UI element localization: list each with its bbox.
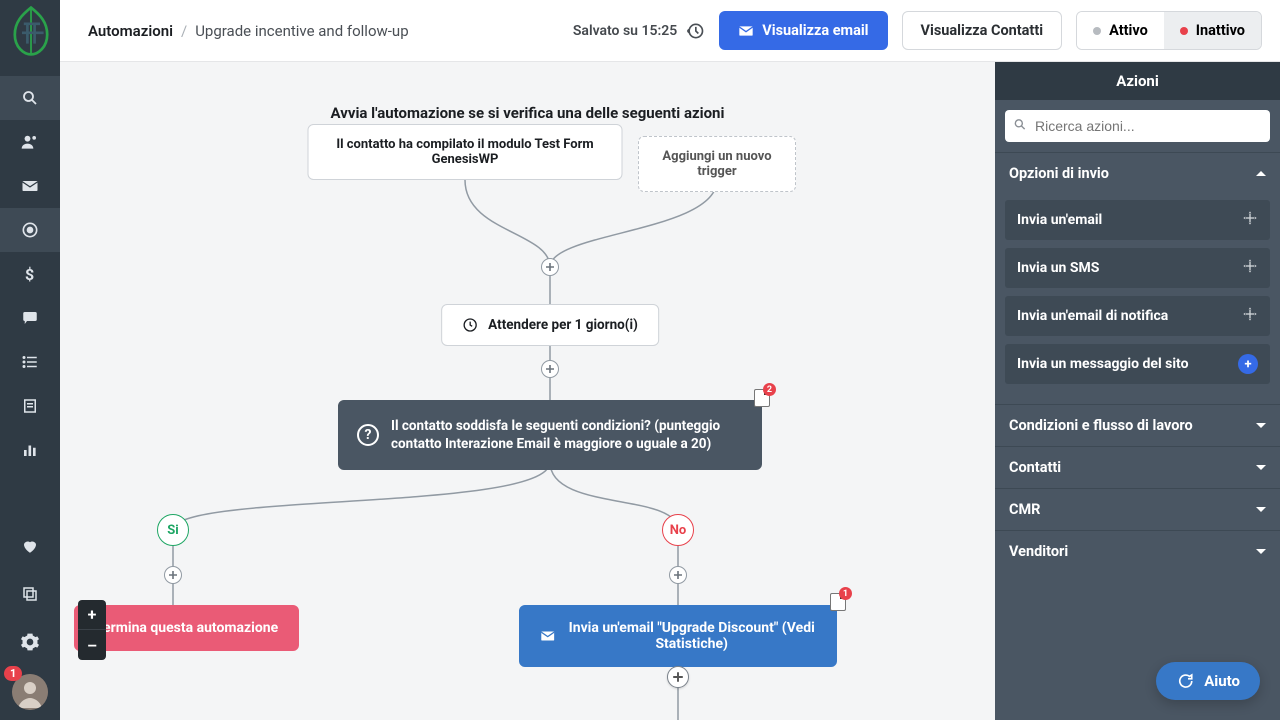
add-step-yes[interactable] [164, 566, 182, 584]
nav-search[interactable] [0, 76, 60, 120]
condition-notes-count: 2 [763, 383, 776, 396]
mail-icon [738, 24, 754, 38]
zoom-out[interactable]: – [78, 630, 106, 660]
view-contacts-button[interactable]: Visualizza Contatti [902, 11, 1063, 50]
section-sending-options[interactable]: Opzioni di invio [995, 152, 1280, 194]
chevron-down-icon [1256, 465, 1266, 470]
add-trigger-node[interactable]: Aggiungi un nuovo trigger [638, 136, 796, 192]
user-avatar[interactable]: 1 [12, 674, 48, 710]
nav-settings[interactable] [0, 620, 60, 664]
action-label: Invia un'email [1017, 212, 1102, 228]
top-bar: Automazioni / Upgrade incentive and foll… [60, 0, 1280, 62]
nav-favorites[interactable] [0, 524, 60, 568]
nav-copy[interactable] [0, 572, 60, 616]
view-email-button[interactable]: Visualizza email [719, 11, 887, 50]
status-inactive-label: Inattivo [1196, 22, 1245, 39]
nav-contacts[interactable] [0, 120, 60, 164]
wait-label: Attendere per 1 giorno(i) [488, 317, 638, 333]
condition-notes[interactable]: 2 [754, 389, 770, 407]
view-contacts-label: Visualizza Contatti [921, 22, 1044, 39]
section-conditions[interactable]: Condizioni e flusso di lavoro [995, 404, 1280, 446]
svg-text:$: $ [25, 265, 34, 284]
action-notif-email[interactable]: Invia un'email di notifica [1005, 296, 1270, 336]
dot-inactive-icon [1180, 27, 1188, 35]
history-icon[interactable] [685, 21, 705, 41]
status-inactive[interactable]: Inattivo [1164, 12, 1261, 49]
terminate-node[interactable]: Termina questa automazione [74, 605, 299, 651]
nav-lists[interactable] [0, 340, 60, 384]
breadcrumb-sep: / [181, 22, 187, 40]
notification-badge: 1 [4, 666, 22, 681]
breadcrumb-current: Upgrade incentive and follow-up [195, 22, 408, 40]
help-button[interactable]: Aiuto [1156, 662, 1260, 700]
view-email-label: Visualizza email [762, 22, 868, 39]
send-email-notes-count: 1 [839, 587, 852, 600]
send-email-node[interactable]: Invia un'email "Upgrade Discount" (Vedi … [519, 605, 837, 667]
actions-panel-title: Azioni [995, 62, 1280, 100]
chevron-down-icon [1256, 549, 1266, 554]
flow-title: Avvia l'automazione se si verifica una d… [60, 104, 995, 122]
nav-automations[interactable] [0, 208, 60, 252]
add-step-button-2[interactable] [541, 360, 559, 378]
branch-no: No [662, 514, 694, 546]
chat-icon [1176, 672, 1194, 690]
section-label: Condizioni e flusso di lavoro [1009, 417, 1193, 434]
left-sidebar: $ 1 [0, 0, 60, 720]
action-site-message[interactable]: Invia un messaggio del sito + [1005, 344, 1270, 384]
breadcrumb: Automazioni / Upgrade incentive and foll… [88, 22, 409, 40]
status-active-label: Attivo [1109, 22, 1148, 39]
condition-text: Il contatto soddisfa le seguenti condizi… [391, 417, 743, 453]
saved-at-label: Salvato su 15:25 [573, 23, 677, 39]
action-label: Invia un messaggio del sito [1017, 356, 1189, 372]
section-label: Opzioni di invio [1009, 165, 1109, 182]
section-vendors[interactable]: Venditori [995, 530, 1280, 572]
section-contacts[interactable]: Contatti [995, 446, 1280, 488]
move-icon [1242, 210, 1258, 230]
wait-node[interactable]: Attendere per 1 giorno(i) [441, 304, 659, 346]
trigger-node[interactable]: Il contatto ha compilato il modulo Test … [308, 124, 623, 180]
search-icon [1013, 117, 1027, 136]
action-send-sms[interactable]: Invia un SMS [1005, 248, 1270, 288]
send-email-label: Invia un'email "Upgrade Discount" (Vedi … [567, 620, 816, 652]
dot-active-icon [1093, 27, 1101, 35]
nav-email[interactable] [0, 164, 60, 208]
section-label: Contatti [1009, 459, 1061, 476]
chevron-down-icon [1256, 507, 1266, 512]
chevron-down-icon [1256, 423, 1266, 428]
action-send-email[interactable]: Invia un'email [1005, 200, 1270, 240]
action-label: Invia un'email di notifica [1017, 308, 1168, 324]
nav-deals[interactable]: $ [0, 252, 60, 296]
clock-icon [462, 317, 478, 333]
help-label: Aiuto [1204, 672, 1240, 690]
zoom-in[interactable]: + [78, 600, 106, 630]
send-email-notes[interactable]: 1 [830, 593, 846, 611]
move-icon [1242, 306, 1258, 326]
section-label: Venditori [1009, 543, 1068, 560]
status-active[interactable]: Attivo [1077, 12, 1164, 49]
saved-at: Salvato su 15:25 [573, 21, 705, 41]
action-label: Invia un SMS [1017, 260, 1099, 276]
status-segment: Attivo Inattivo [1076, 11, 1262, 50]
actions-panel: Azioni Opzioni di invio Invia un'email I… [995, 62, 1280, 720]
chevron-up-icon [1256, 171, 1266, 176]
section-cmr[interactable]: CMR [995, 488, 1280, 530]
add-step-no[interactable] [669, 566, 687, 584]
zoom-control: + – [78, 600, 106, 660]
breadcrumb-root[interactable]: Automazioni [88, 22, 173, 40]
add-step-button-1[interactable] [541, 258, 559, 276]
nav-chat[interactable] [0, 296, 60, 340]
nav-forms[interactable] [0, 384, 60, 428]
condition-node[interactable]: ? Il contatto soddisfa le seguenti condi… [338, 400, 762, 470]
add-step-after-send[interactable] [667, 666, 689, 688]
move-icon [1242, 258, 1258, 278]
mail-icon [540, 628, 555, 644]
plus-icon: + [1238, 354, 1258, 374]
branch-yes: Si [157, 514, 189, 546]
question-icon: ? [357, 424, 379, 446]
section-label: CMR [1009, 501, 1040, 518]
nav-reports[interactable] [0, 428, 60, 472]
actions-search-input[interactable] [1005, 110, 1270, 142]
flow-canvas[interactable]: Avvia l'automazione se si verifica una d… [60, 62, 995, 720]
